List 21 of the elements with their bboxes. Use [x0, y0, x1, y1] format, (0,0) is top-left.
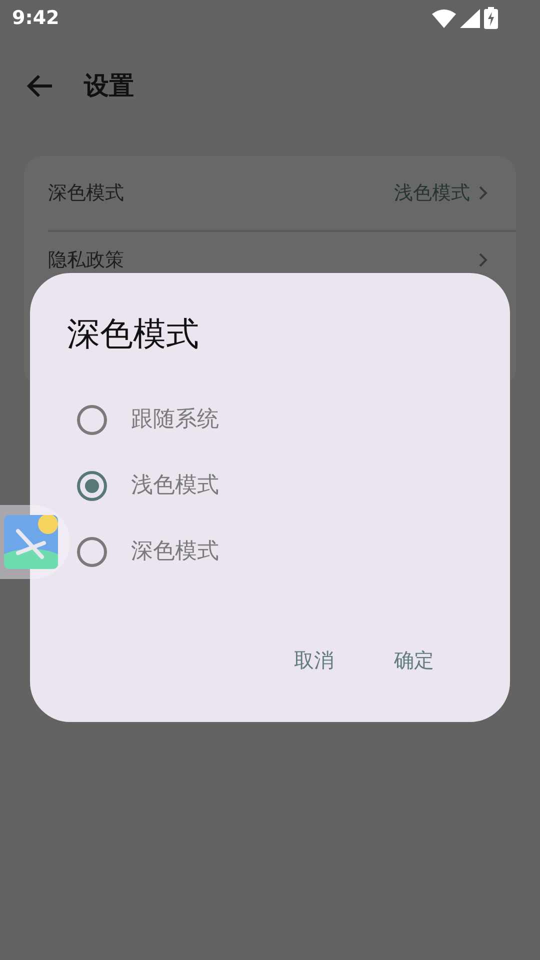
- chevron-icon: [478, 252, 488, 268]
- dialog-title: 深色模式: [67, 313, 200, 355]
- radio-option[interactable]: 浅色模式: [67, 452, 474, 518]
- radio-button[interactable]: [77, 470, 107, 500]
- dialog-button[interactable]: 取消: [274, 636, 354, 682]
- dialog-button[interactable]: 确定: [374, 636, 454, 682]
- back-button[interactable]: [26, 74, 54, 98]
- signal-icon: [460, 8, 480, 28]
- page-title: 设置: [84, 70, 134, 102]
- wifi-icon: [432, 8, 456, 28]
- chevron-icon: [478, 185, 488, 201]
- radio-button[interactable]: [77, 404, 107, 434]
- setting-label: 深色模式: [48, 180, 124, 206]
- setting-label: 隐私政策: [48, 248, 124, 273]
- status-time: 9:42: [12, 6, 60, 31]
- radio-option[interactable]: 跟随系统: [67, 386, 474, 452]
- settings-row[interactable]: 深色模式 浅色模式: [24, 156, 516, 230]
- image-icon: [4, 515, 58, 569]
- setting-value: 浅色模式: [394, 180, 470, 206]
- battery-icon: [484, 7, 498, 29]
- radio-button[interactable]: [77, 536, 107, 566]
